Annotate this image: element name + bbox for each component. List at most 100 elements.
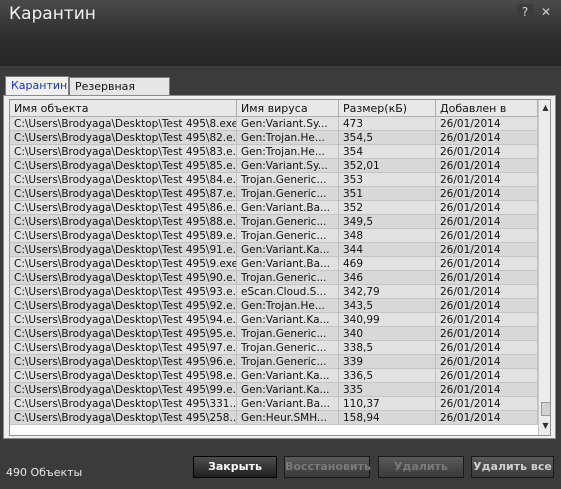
size-cell: 473 [339,117,436,131]
size-cell: 336,5 [339,369,436,383]
size-cell: 349,5 [339,215,436,229]
table-row[interactable]: C:\Users\Brodyaga\Desktop\Test 495\93.e.… [10,285,538,299]
size-cell: 339 [339,355,436,369]
column-header-object-name[interactable]: Имя объекта [10,100,237,117]
vertical-scrollbar[interactable]: ▲ ▼ [538,100,550,435]
added-date-cell: 26/01/2014 [436,313,538,327]
size-cell: 348 [339,229,436,243]
table-row[interactable]: C:\Users\Brodyaga\Desktop\Test 495\91.e.… [10,243,538,257]
column-header-added[interactable]: Добавлен в [436,100,538,117]
table-row[interactable]: C:\Users\Brodyaga\Desktop\Test 495\331..… [10,397,538,411]
window-title: Карантин [9,4,96,24]
added-date-cell: 26/01/2014 [436,187,538,201]
table-row[interactable]: C:\Users\Brodyaga\Desktop\Test 495\9.exe… [10,257,538,271]
size-cell: 354,5 [339,131,436,145]
table-row[interactable]: C:\Users\Brodyaga\Desktop\Test 495\95.e.… [10,327,538,341]
size-cell: 158,94 [339,411,436,425]
delete-button[interactable]: Удалить [378,456,464,478]
object-name-cell: C:\Users\Brodyaga\Desktop\Test 495\87.e.… [10,187,237,201]
added-date-cell: 26/01/2014 [436,131,538,145]
size-cell: 343,5 [339,299,436,313]
added-date-cell: 26/01/2014 [436,117,538,131]
object-name-cell: C:\Users\Brodyaga\Desktop\Test 495\9.exe [10,257,237,271]
virus-name-cell: Gen:Variant.Sy... [237,159,339,173]
size-cell: 110,37 [339,397,436,411]
object-name-cell: C:\Users\Brodyaga\Desktop\Test 495\97.e.… [10,341,237,355]
added-date-cell: 26/01/2014 [436,383,538,397]
table-row[interactable]: C:\Users\Brodyaga\Desktop\Test 495\97.e.… [10,341,538,355]
table-row[interactable]: C:\Users\Brodyaga\Desktop\Test 495\258..… [10,411,538,425]
column-header-virus-name[interactable]: Имя вируса [237,100,339,117]
tab-backup[interactable]: Резервная копия [69,77,170,106]
virus-name-cell: Gen:Variant.Ka... [237,369,339,383]
table-row[interactable]: C:\Users\Brodyaga\Desktop\Test 495\96.e.… [10,355,538,369]
scroll-thumb[interactable] [541,402,550,416]
table-body: C:\Users\Brodyaga\Desktop\Test 495\8.exe… [10,117,538,425]
object-name-cell: C:\Users\Brodyaga\Desktop\Test 495\99.e.… [10,383,237,397]
virus-name-cell: Gen:Variant.Sy... [237,117,339,131]
virus-name-cell: Trojan.Generic... [237,327,339,341]
restore-button[interactable]: Восстановить [284,456,371,478]
size-cell: 352,01 [339,159,436,173]
close-icon[interactable]: ✕ [538,4,554,20]
size-cell: 352 [339,201,436,215]
object-name-cell: C:\Users\Brodyaga\Desktop\Test 495\331..… [10,397,237,411]
added-date-cell: 26/01/2014 [436,229,538,243]
virus-name-cell: Trojan.Generic... [237,173,339,187]
size-cell: 344 [339,243,436,257]
tab-quarantine[interactable]: Карантин [5,76,69,97]
title-bar: Карантин ? ✕ [0,0,561,66]
added-date-cell: 26/01/2014 [436,327,538,341]
close-button[interactable]: Закрыть [193,456,277,478]
table-row[interactable]: C:\Users\Brodyaga\Desktop\Test 495\83.e.… [10,145,538,159]
table-row[interactable]: C:\Users\Brodyaga\Desktop\Test 495\86.e.… [10,201,538,215]
table-row[interactable]: C:\Users\Brodyaga\Desktop\Test 495\98.e.… [10,369,538,383]
table-row[interactable]: C:\Users\Brodyaga\Desktop\Test 495\88.e.… [10,215,538,229]
table-row[interactable]: C:\Users\Brodyaga\Desktop\Test 495\87.e.… [10,187,538,201]
table-row[interactable]: C:\Users\Brodyaga\Desktop\Test 495\82.e.… [10,131,538,145]
table-row[interactable]: C:\Users\Brodyaga\Desktop\Test 495\94.e.… [10,313,538,327]
added-date-cell: 26/01/2014 [436,271,538,285]
virus-name-cell: Gen:Trojan.He... [237,299,339,313]
quarantine-window: Карантин ? ✕ Карантин Резервная копия Им… [0,0,561,489]
table-row[interactable]: C:\Users\Brodyaga\Desktop\Test 495\89.e.… [10,229,538,243]
scroll-up-icon[interactable]: ▲ [539,101,550,115]
virus-name-cell: Gen:Variant.Ba... [237,257,339,271]
virus-name-cell: Gen:Variant.Ba... [237,201,339,215]
added-date-cell: 26/01/2014 [436,285,538,299]
help-icon[interactable]: ? [517,4,533,20]
virus-name-cell: Trojan.Generic... [237,215,339,229]
virus-name-cell: Trojan.Generic... [237,187,339,201]
table-row[interactable]: C:\Users\Brodyaga\Desktop\Test 495\92.e.… [10,299,538,313]
object-name-cell: C:\Users\Brodyaga\Desktop\Test 495\91.e.… [10,243,237,257]
size-cell: 354 [339,145,436,159]
added-date-cell: 26/01/2014 [436,411,538,425]
object-name-cell: C:\Users\Brodyaga\Desktop\Test 495\95.e.… [10,327,237,341]
added-date-cell: 26/01/2014 [436,243,538,257]
table-row[interactable]: C:\Users\Brodyaga\Desktop\Test 495\99.e.… [10,383,538,397]
added-date-cell: 26/01/2014 [436,299,538,313]
object-name-cell: C:\Users\Brodyaga\Desktop\Test 495\94.e.… [10,313,237,327]
table-row[interactable]: C:\Users\Brodyaga\Desktop\Test 495\8.exe… [10,117,538,131]
column-header-size[interactable]: Размер(кБ) [339,100,436,117]
object-name-cell: C:\Users\Brodyaga\Desktop\Test 495\90.e.… [10,271,237,285]
added-date-cell: 26/01/2014 [436,341,538,355]
scroll-down-icon[interactable]: ▼ [539,419,550,433]
table-row[interactable]: C:\Users\Brodyaga\Desktop\Test 495\90.e.… [10,271,538,285]
delete-all-button[interactable]: Удалить все [471,456,554,478]
virus-name-cell: Trojan.Generic... [237,355,339,369]
virus-name-cell: Gen:Variant.Ka... [237,383,339,397]
virus-name-cell: Gen:Heur.SMH... [237,411,339,425]
size-cell: 335 [339,383,436,397]
added-date-cell: 26/01/2014 [436,369,538,383]
virus-name-cell: eScan.Cloud.S... [237,285,339,299]
object-name-cell: C:\Users\Brodyaga\Desktop\Test 495\85.e.… [10,159,237,173]
table-row[interactable]: C:\Users\Brodyaga\Desktop\Test 495\85.e.… [10,159,538,173]
virus-name-cell: Trojan.Generic... [237,271,339,285]
size-cell: 338,5 [339,341,436,355]
size-cell: 353 [339,173,436,187]
size-cell: 346 [339,271,436,285]
table-row[interactable]: C:\Users\Brodyaga\Desktop\Test 495\84.e.… [10,173,538,187]
size-cell: 340 [339,327,436,341]
tab-panel: Имя объекта Имя вируса Размер(кБ) Добавл… [3,95,556,439]
